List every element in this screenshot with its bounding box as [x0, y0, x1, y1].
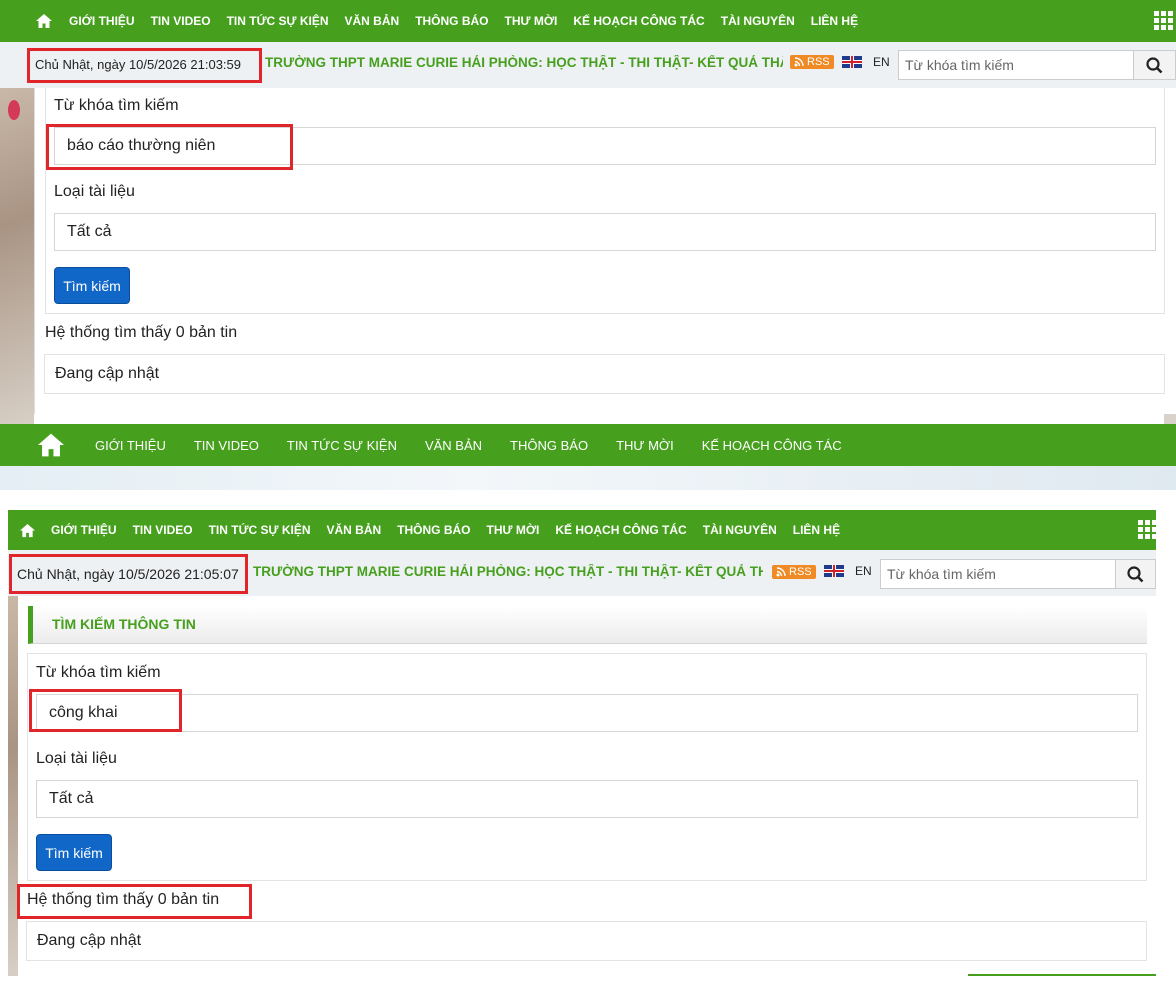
nav-item-thong-bao[interactable]: THÔNG BÁO	[415, 14, 488, 28]
bottom-home-icon[interactable]	[18, 523, 36, 538]
bottom-rss-button[interactable]: RSS	[772, 565, 816, 579]
bottom-result-list: Đang cập nhật	[26, 921, 1147, 961]
footer-nav-van-ban[interactable]: VĂN BẢN	[425, 438, 482, 453]
bottom-language-en-link[interactable]: EN	[855, 564, 872, 578]
bottom-nav-lien-he[interactable]: LIÊN HỆ	[793, 523, 840, 537]
nav-item-thu-moi[interactable]: THƯ MỜI	[505, 14, 558, 28]
nav-item-tin-tuc-su-kien[interactable]: TIN TỨC SỰ KIỆN	[227, 14, 329, 28]
top-result-list: Đang cập nhật	[44, 354, 1165, 394]
bottom-rss-label: RSS	[789, 566, 812, 578]
language-en-link[interactable]: EN	[873, 55, 890, 69]
bottom-type-label: Loại tài liệu	[36, 750, 117, 767]
home-icon[interactable]	[34, 13, 54, 29]
top-form-box	[45, 88, 1165, 314]
bottom-nav-gioi-thieu[interactable]: GIỚI THIỆU	[51, 523, 117, 537]
nav-item-ke-hoach-cong-tac[interactable]: KẾ HOẠCH CÔNG TÁC	[573, 14, 704, 28]
header-search-button[interactable]	[1133, 51, 1175, 79]
rss-button[interactable]: RSS	[790, 55, 834, 69]
current-datetime: Chủ Nhật, ngày 10/5/2026 21:03:59	[35, 57, 241, 72]
top-result-count: Hệ thống tìm thấy 0 bản tin	[45, 324, 238, 341]
bottom-keyword-label: Từ khóa tìm kiếm	[36, 664, 161, 681]
nav-item-lien-he[interactable]: LIÊN HỆ	[811, 14, 858, 28]
footer-nav-tin-tuc-su-kien[interactable]: TIN TỨC SỰ KIỆN	[287, 438, 397, 453]
header-search-input[interactable]	[899, 51, 1134, 79]
nav-item-tai-nguyen[interactable]: TÀI NGUYÊN	[721, 14, 795, 28]
bottom-uk-flag-icon[interactable]	[824, 565, 844, 577]
footer-nav-tin-video[interactable]: TIN VIDEO	[194, 438, 259, 453]
footer-background-strip	[0, 466, 1176, 490]
bottom-header-search	[880, 559, 1156, 589]
section-header: TÌM KIẾM THÔNG TIN	[28, 606, 1147, 644]
bottom-rss-icon	[776, 567, 786, 577]
top-type-select[interactable]: Tất cả	[54, 213, 1156, 251]
bottom-type-select[interactable]: Tất cả	[36, 780, 1138, 818]
bottom-info-bar: Chủ Nhật, ngày 10/5/2026 21:05:07 TRƯỜNG…	[8, 550, 1156, 596]
top-keyword-label: Từ khóa tìm kiếm	[54, 97, 179, 114]
top-footer-nav: GIỚI THIỆU TIN VIDEO TIN TỨC SỰ KIỆN VĂN…	[34, 424, 842, 466]
bottom-school-slogan-ticker[interactable]: TRƯỜNG THPT MARIE CURIE HẢI PHÒNG: HỌC T…	[253, 564, 763, 579]
bottom-edge-line	[968, 974, 1156, 976]
top-keyword-input[interactable]: báo cáo thường niên	[54, 127, 1156, 165]
bottom-background-photo-left	[8, 596, 18, 976]
bottom-main-nav: GIỚI THIỆU TIN VIDEO TIN TỨC SỰ KIỆN VĂN…	[18, 510, 840, 550]
footer-nav-gioi-thieu[interactable]: GIỚI THIỆU	[95, 438, 166, 453]
bottom-nav-tin-video[interactable]: TIN VIDEO	[133, 523, 193, 537]
footer-home-icon[interactable]	[34, 432, 68, 458]
flower-decoration	[8, 100, 20, 120]
bottom-search-button[interactable]: Tìm kiếm	[36, 834, 112, 871]
section-title: TÌM KIẾM THÔNG TIN	[52, 616, 196, 632]
footer-nav-ke-hoach-cong-tac[interactable]: KẾ HOẠCH CÔNG TÁC	[702, 438, 842, 453]
bottom-apps-grid-icon[interactable]	[1138, 520, 1157, 539]
bottom-nav-thong-bao[interactable]: THÔNG BÁO	[397, 523, 470, 537]
apps-grid-icon[interactable]	[1154, 11, 1173, 30]
bottom-nav-ke-hoach-cong-tac[interactable]: KẾ HOẠCH CÔNG TÁC	[555, 523, 686, 537]
bottom-header-search-button[interactable]	[1115, 560, 1155, 588]
footer-nav-thong-bao[interactable]: THÔNG BÁO	[510, 438, 588, 453]
top-search-button[interactable]: Tìm kiếm	[54, 267, 130, 304]
top-info-bar: Chủ Nhật, ngày 10/5/2026 21:03:59 TRƯỜNG…	[0, 42, 1176, 88]
nav-item-tin-video[interactable]: TIN VIDEO	[151, 14, 211, 28]
bottom-form-box	[27, 653, 1147, 881]
bottom-keyword-input[interactable]: công khai	[36, 694, 1138, 732]
rss-label: RSS	[807, 56, 830, 68]
bottom-nav-tin-tuc-su-kien[interactable]: TIN TỨC SỰ KIỆN	[209, 523, 311, 537]
bottom-nav-thu-moi[interactable]: THƯ MỜI	[487, 523, 540, 537]
school-slogan-ticker[interactable]: TRƯỜNG THPT MARIE CURIE HẢI PHÒNG: HỌC T…	[265, 55, 783, 70]
nav-item-van-ban[interactable]: VĂN BẢN	[345, 14, 400, 28]
bottom-search-icon	[1127, 565, 1144, 582]
nav-item-gioi-thieu[interactable]: GIỚI THIỆU	[69, 14, 135, 28]
header-search	[898, 50, 1176, 80]
bottom-result-count: Hệ thống tìm thấy 0 bản tin	[27, 891, 220, 908]
bottom-header-search-input[interactable]	[881, 560, 1116, 588]
uk-flag-icon[interactable]	[842, 56, 862, 68]
rss-icon	[794, 57, 804, 67]
bottom-nav-van-ban[interactable]: VĂN BẢN	[327, 523, 382, 537]
bottom-current-datetime: Chủ Nhật, ngày 10/5/2026 21:05:07	[17, 566, 239, 582]
search-icon	[1146, 56, 1163, 73]
background-photo-left	[0, 88, 34, 424]
bottom-nav-tai-nguyen[interactable]: TÀI NGUYÊN	[703, 523, 777, 537]
top-main-nav: GIỚI THIỆU TIN VIDEO TIN TỨC SỰ KIỆN VĂN…	[34, 0, 858, 42]
top-type-label: Loại tài liệu	[54, 183, 135, 200]
footer-nav-thu-moi[interactable]: THƯ MỜI	[616, 438, 674, 453]
